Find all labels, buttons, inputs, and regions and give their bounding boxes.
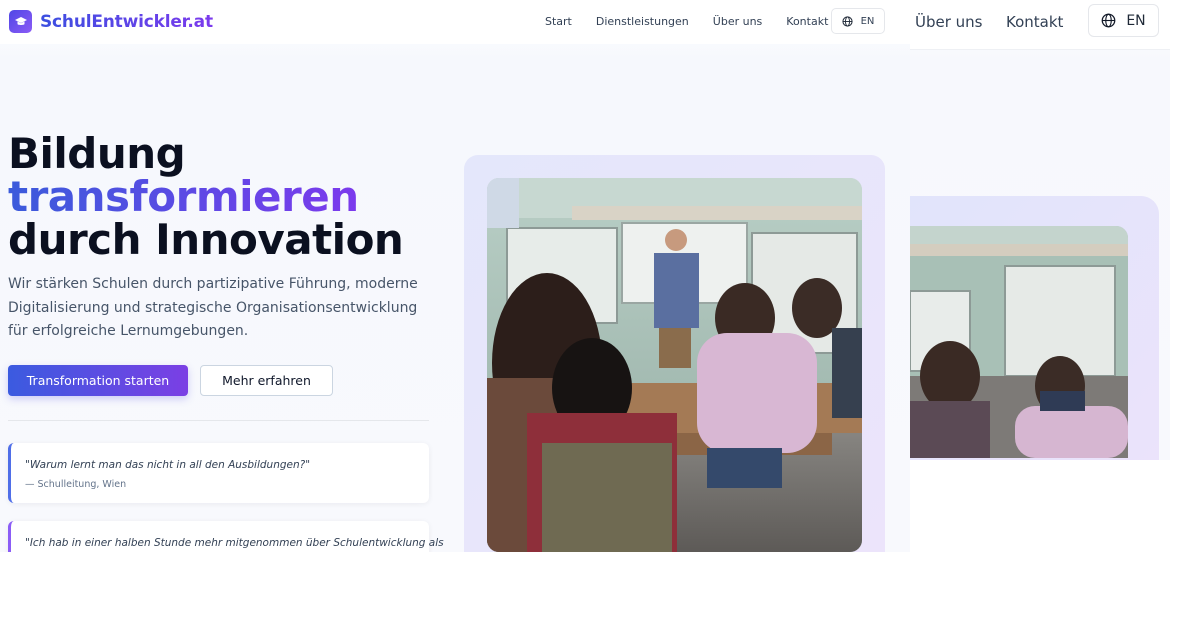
- globe-icon: [1101, 13, 1116, 28]
- start-transformation-button[interactable]: Transformation starten: [8, 365, 188, 396]
- nav-item-about[interactable]: Über uns: [713, 15, 763, 28]
- testimonial-card: "Warum lernt man das nicht in all den Au…: [8, 443, 429, 503]
- zoomed-navigation: Über uns Kontakt EN: [910, 0, 1170, 50]
- hero-title-line1: Bildung: [8, 129, 186, 178]
- language-label: EN: [860, 15, 875, 27]
- nav-item-contact[interactable]: Kontakt: [786, 15, 828, 28]
- language-switch[interactable]: EN: [831, 8, 885, 34]
- testimonial-text: "Warum lernt man das nicht in all den Au…: [25, 459, 311, 471]
- hero-title: Bildung transformieren durch Innovation: [8, 129, 404, 264]
- nav-item-about-zoom[interactable]: Über uns: [915, 13, 983, 31]
- section-divider: [8, 420, 429, 421]
- globe-icon: [842, 15, 853, 27]
- nav-links: Start Dienstleistungen Über uns Kontakt: [545, 15, 828, 28]
- hero-title-highlight: transformieren: [8, 172, 359, 221]
- hero-title-line3: durch Innovation: [8, 215, 404, 264]
- top-navigation: SchulEntwickler.at Start Dienstleistunge…: [0, 0, 910, 44]
- zoomed-preview: Über uns Kontakt EN: [910, 0, 1170, 460]
- testimonial-card: "Ich hab in einer halben Stunde mehr mit…: [8, 521, 444, 552]
- testimonial-author: — Schulleitung, Wien: [25, 479, 127, 490]
- language-label-zoom: EN: [1126, 12, 1146, 29]
- nav-item-start[interactable]: Start: [545, 15, 572, 28]
- landing-page: SchulEntwickler.at Start Dienstleistunge…: [0, 0, 910, 552]
- classroom-photo-zoom: [910, 226, 1128, 458]
- nav-item-contact-zoom[interactable]: Kontakt: [1006, 13, 1063, 31]
- nav-item-services[interactable]: Dienstleistungen: [596, 15, 689, 28]
- classroom-photo: [487, 178, 862, 552]
- language-switch-zoom[interactable]: EN: [1088, 4, 1159, 37]
- brand-name: SchulEntwickler.at: [40, 11, 213, 32]
- graduation-cap-icon: [9, 10, 32, 33]
- hero-subtitle: Wir stärken Schulen durch partizipative …: [8, 276, 418, 339]
- testimonial-text: "Ich hab in einer halben Stunde mehr mit…: [25, 537, 444, 549]
- brand-logo[interactable]: SchulEntwickler.at: [9, 10, 213, 33]
- learn-more-button[interactable]: Mehr erfahren: [200, 365, 333, 396]
